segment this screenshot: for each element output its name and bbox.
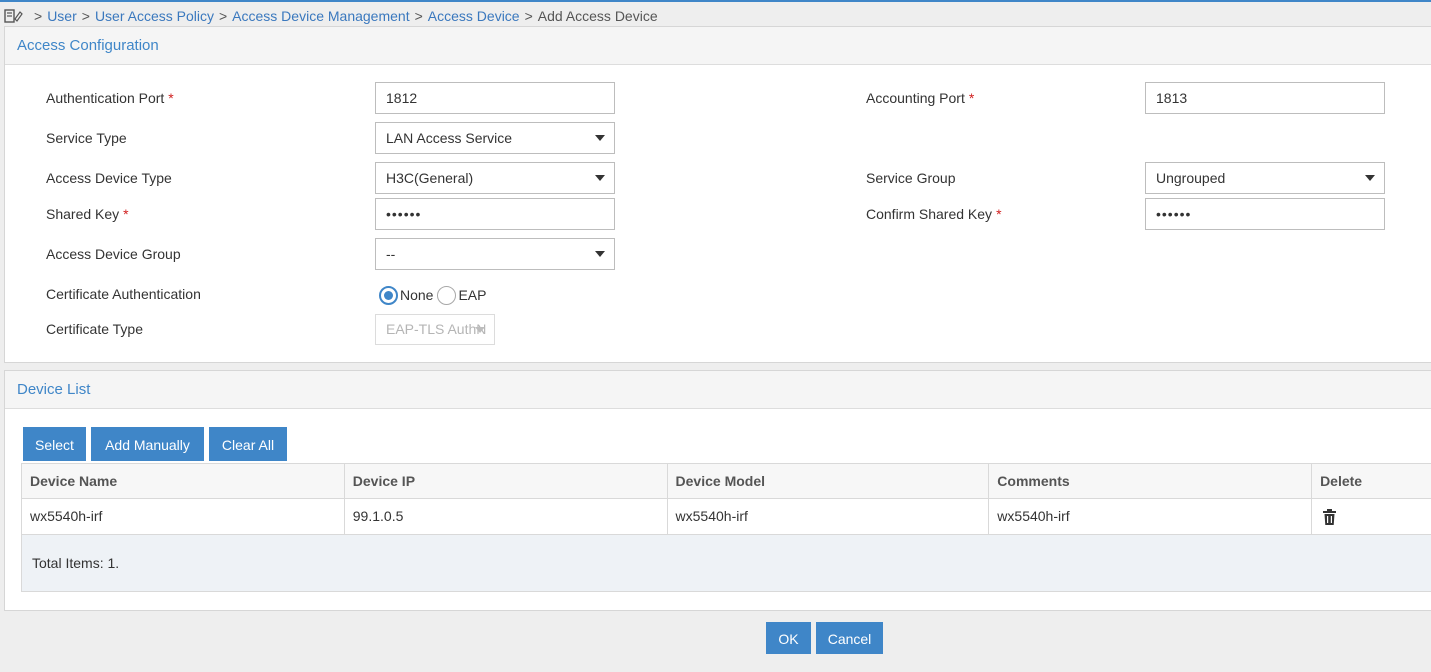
breadcrumb-separator: > — [414, 8, 423, 24]
radio-eap-label[interactable]: EAP — [458, 287, 486, 303]
cert-auth-radio-group: None EAP — [379, 285, 490, 305]
auth-port-label: Authentication Port * — [46, 90, 174, 106]
cert-type-select: EAP-TLS AuthN — [375, 314, 495, 345]
column-device-model[interactable]: Device Model — [668, 464, 990, 498]
radio-eap[interactable] — [437, 285, 457, 305]
service-group-select[interactable]: Ungrouped — [1145, 162, 1385, 194]
top-accent-line — [0, 0, 1431, 2]
device-type-label: Access Device Type — [46, 170, 172, 186]
radio-none[interactable] — [379, 285, 398, 305]
column-device-name[interactable]: Device Name — [22, 464, 345, 498]
chevron-down-icon — [595, 251, 605, 257]
column-delete: Delete — [1320, 473, 1363, 489]
breadcrumb-current: Add Access Device — [537, 8, 658, 24]
home-icon[interactable] — [4, 7, 26, 25]
chevron-down-icon — [475, 327, 485, 333]
service-type-select[interactable]: LAN Access Service — [375, 122, 615, 154]
acct-port-input[interactable]: 1813 — [1145, 82, 1385, 114]
service-type-label: Service Type — [46, 130, 127, 146]
chevron-down-icon — [595, 175, 605, 181]
ok-button[interactable]: OK — [766, 622, 811, 654]
breadcrumb-separator: > — [218, 8, 228, 24]
device-list-title: Device List — [5, 371, 1431, 409]
trash-icon[interactable] — [1323, 509, 1337, 526]
confirm-key-label: Confirm Shared Key * — [866, 206, 1002, 222]
service-group-label: Service Group — [866, 170, 956, 186]
table-header: Device Name Device IP Device Model Comme… — [22, 464, 1431, 499]
cert-type-label: Certificate Type — [46, 321, 144, 337]
device-type-select[interactable]: H3C(General) — [375, 162, 615, 194]
breadcrumb-user[interactable]: User — [47, 8, 77, 24]
radio-none-label[interactable]: None — [400, 287, 433, 303]
cell-comments: wx5540h-irf — [989, 499, 1313, 534]
column-device-ip[interactable]: Device IP — [345, 464, 668, 498]
breadcrumb-user-access-policy[interactable]: User Access Policy — [95, 8, 214, 24]
table-footer: Total Items: 1. — [22, 535, 1431, 591]
chevron-down-icon — [595, 135, 605, 141]
device-table: Device Name Device IP Device Model Comme… — [21, 463, 1431, 592]
cancel-button[interactable]: Cancel — [816, 622, 883, 654]
cert-auth-label: Certificate Authentication — [46, 286, 201, 302]
shared-key-input[interactable]: •••••• — [375, 198, 615, 230]
clear-all-button[interactable]: Clear All — [209, 427, 287, 461]
cell-delete — [1312, 499, 1431, 534]
device-group-label: Access Device Group — [46, 246, 181, 262]
cell-device-name: wx5540h-irf — [22, 499, 345, 534]
auth-port-input[interactable]: 1812 — [375, 82, 615, 114]
breadcrumb-access-device[interactable]: Access Device — [428, 8, 520, 24]
device-group-select[interactable]: -- — [375, 238, 615, 270]
breadcrumb: > User > User Access Policy > Access Dev… — [4, 6, 658, 26]
breadcrumb-separator: > — [34, 8, 43, 24]
breadcrumb-separator: > — [524, 8, 533, 24]
cell-device-model: wx5540h-irf — [668, 499, 990, 534]
access-configuration-title: Access Configuration — [5, 27, 1431, 65]
breadcrumb-separator: > — [81, 8, 90, 24]
chevron-down-icon — [1365, 175, 1375, 181]
column-comments[interactable]: Comments — [989, 464, 1313, 498]
confirm-key-input[interactable]: •••••• — [1145, 198, 1385, 230]
select-button[interactable]: Select — [23, 427, 86, 461]
acct-port-label: Accounting Port * — [866, 90, 975, 106]
device-list-panel: Device List Select Add Manually Clear Al… — [4, 370, 1431, 611]
shared-key-label: Shared Key * — [46, 206, 129, 222]
cell-device-ip: 99.1.0.5 — [345, 499, 668, 534]
table-row: wx5540h-irf 99.1.0.5 wx5540h-irf wx5540h… — [22, 499, 1431, 535]
add-manually-button[interactable]: Add Manually — [91, 427, 204, 461]
access-configuration-panel: Access Configuration Authentication Port… — [4, 26, 1431, 363]
breadcrumb-access-device-management[interactable]: Access Device Management — [232, 8, 409, 24]
